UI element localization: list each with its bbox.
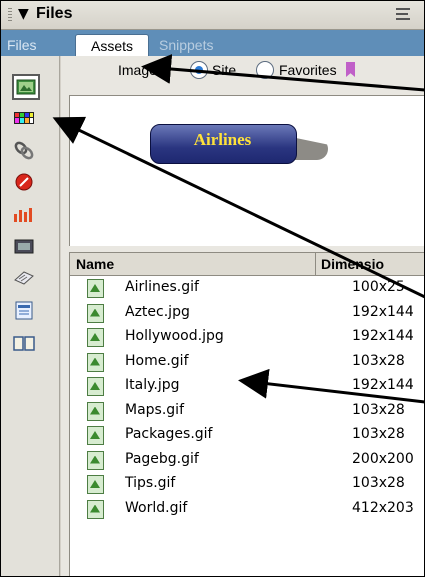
favorites-radio-label[interactable]: Favorites — [279, 62, 337, 78]
image-file-icon — [87, 328, 104, 347]
file-dimensions: 200x200 — [352, 450, 414, 467]
image-file-icon — [87, 377, 104, 396]
list-item[interactable]: Pagebg.gif 200x200 — [70, 448, 424, 472]
tab-snippets[interactable]: Snippets — [159, 34, 213, 56]
file-dimensions: 412x203 — [352, 499, 414, 516]
tab-assets[interactable]: Assets — [75, 34, 149, 57]
image-file-icon — [87, 426, 104, 445]
file-dimensions: 192x144 — [352, 377, 414, 393]
list-item[interactable]: Packages.gif 103x28 — [70, 423, 424, 447]
preview-image: Airlines — [150, 124, 328, 164]
list-item[interactable]: Italy.jpg 192x144 — [70, 374, 424, 398]
images-filter: Images: Site Favorites — [61, 56, 424, 86]
movies-icon[interactable] — [11, 234, 37, 258]
urls-icon[interactable] — [11, 138, 37, 162]
templates-icon[interactable] — [11, 298, 37, 322]
site-radio-label[interactable]: Site — [212, 62, 236, 78]
file-dimensions: 103x28 — [352, 426, 405, 442]
image-file-icon — [87, 279, 104, 298]
preview-button-text: Airlines — [193, 130, 252, 149]
images-filter-label: Images: — [118, 62, 168, 78]
file-dimensions: 103x28 — [352, 401, 405, 418]
panel-title: Files — [36, 5, 73, 22]
file-name: Packages.gif — [125, 426, 213, 442]
flash-icon[interactable] — [11, 170, 37, 194]
file-name: Hollywood.jpg — [125, 328, 224, 344]
tab-bar: Files Assets Snippets — [1, 30, 424, 57]
column-header-dimensions[interactable]: Dimensio — [315, 253, 424, 275]
file-name: Aztec.jpg — [125, 303, 190, 320]
image-file-icon — [87, 499, 104, 519]
asset-list[interactable]: Name Dimensio Airlines.gif 100x25 Aztec.jp… — [69, 252, 424, 576]
image-file-icon — [87, 450, 104, 470]
file-name: Pagebg.gif — [125, 450, 199, 467]
list-item[interactable]: World.gif 412x203 — [70, 497, 424, 521]
images-icon[interactable] — [12, 74, 40, 100]
list-item[interactable]: Airlines.gif 100x25 — [70, 276, 424, 300]
image-file-icon — [87, 401, 104, 421]
asset-preview: Airlines — [69, 95, 424, 246]
asset-category-strip — [1, 56, 60, 576]
image-file-icon — [87, 352, 104, 372]
files-panel: ▼ Files Files Assets Snippets Images: Si… — [0, 0, 425, 577]
scripts-icon[interactable] — [11, 266, 37, 290]
library-icon[interactable] — [11, 330, 37, 354]
assets-pane: Images: Site Favorites Airlines Name Dim… — [61, 56, 424, 576]
grip-icon[interactable] — [8, 8, 12, 23]
file-dimensions: 192x144 — [352, 328, 414, 344]
file-name: Italy.jpg — [125, 377, 180, 393]
file-dimensions: 100x25 — [352, 279, 405, 295]
options-menu-icon[interactable] — [396, 8, 412, 22]
list-header: Name Dimensio — [70, 253, 424, 276]
list-item[interactable]: Home.gif 103x28 — [70, 350, 424, 374]
file-name: World.gif — [125, 499, 188, 516]
site-radio[interactable] — [190, 61, 208, 79]
list-item[interactable]: Maps.gif 103x28 — [70, 399, 424, 423]
file-name: Maps.gif — [125, 401, 184, 418]
list-item[interactable]: Aztec.jpg 192x144 — [70, 301, 424, 325]
panel-title-bar[interactable]: ▼ Files — [1, 1, 424, 30]
file-dimensions: 192x144 — [352, 303, 414, 320]
colors-icon[interactable] — [11, 106, 37, 130]
list-item[interactable]: Tips.gif 103x28 — [70, 472, 424, 496]
tab-files[interactable]: Files — [7, 34, 37, 56]
column-header-name[interactable]: Name — [76, 256, 114, 272]
collapse-arrow-icon[interactable]: ▼ — [18, 6, 29, 22]
file-dimensions: 103x28 — [352, 475, 405, 491]
image-file-icon — [87, 475, 104, 494]
favorites-radio[interactable] — [256, 61, 274, 79]
file-name: Home.gif — [125, 352, 189, 369]
shockwave-icon[interactable] — [11, 202, 37, 226]
image-file-icon — [87, 303, 104, 323]
file-dimensions: 103x28 — [352, 352, 405, 369]
list-item[interactable]: Hollywood.jpg 192x144 — [70, 325, 424, 349]
file-name: Airlines.gif — [125, 279, 199, 295]
file-name: Tips.gif — [125, 475, 176, 491]
favorites-bookmark-icon — [346, 62, 355, 77]
